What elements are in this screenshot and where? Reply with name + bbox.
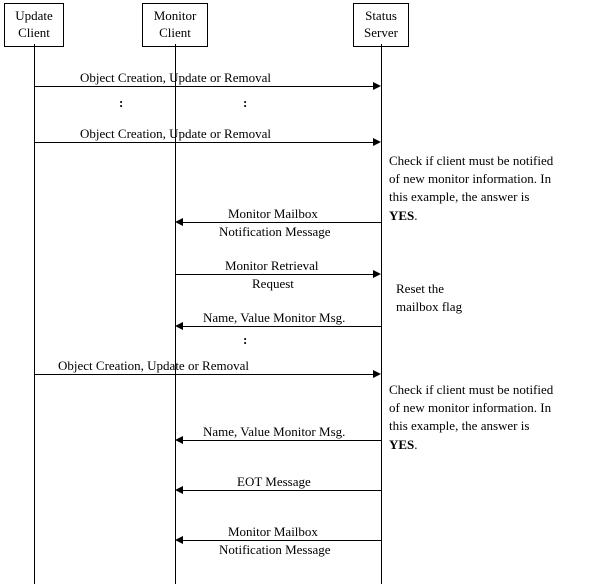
lifeline-monitor-client <box>175 44 176 584</box>
msg-label-4a: Monitor Retrieval <box>225 258 319 274</box>
note-reset-flag: Reset the mailbox flag <box>396 280 516 316</box>
msg-line-4 <box>176 274 374 275</box>
msg-label-5: Name, Value Monitor Msg. <box>203 310 345 326</box>
msg-label-3a: Monitor Mailbox <box>228 206 318 222</box>
msg-arrow-1 <box>373 82 381 90</box>
msg-line-5 <box>182 326 381 327</box>
note-1-line2: of new monitor information. In <box>389 171 551 186</box>
msg-arrow-5 <box>175 322 183 330</box>
note-1-line3-prefix: this example, the answer is <box>389 189 529 204</box>
note-3-line2: of new monitor information. In <box>389 400 551 415</box>
msg-line-9 <box>182 540 381 541</box>
ellipsis-1a: : <box>119 95 123 111</box>
note-check-1: Check if client must be notified of new … <box>389 152 559 225</box>
note-1-line3-suffix: . <box>414 208 417 223</box>
msg-arrow-2 <box>373 138 381 146</box>
ellipsis-1b: : <box>243 95 247 111</box>
msg-label-1: Object Creation, Update or Removal <box>80 70 271 86</box>
note-3-line3-prefix: this example, the answer is <box>389 418 529 433</box>
msg-arrow-8 <box>175 486 183 494</box>
msg-arrow-4 <box>373 270 381 278</box>
msg-label-7: Name, Value Monitor Msg. <box>203 424 345 440</box>
note-3-yes: YES <box>389 437 414 452</box>
msg-arrow-9 <box>175 536 183 544</box>
note-1-line1: Check if client must be notified <box>389 153 553 168</box>
msg-arrow-3 <box>175 218 183 226</box>
msg-label-9a: Monitor Mailbox <box>228 524 318 540</box>
msg-label-2: Object Creation, Update or Removal <box>80 126 271 142</box>
actor-update-client: UpdateClient <box>4 3 64 47</box>
msg-label-9b: Notification Message <box>219 542 331 558</box>
msg-line-8 <box>182 490 381 491</box>
ellipsis-2: : <box>243 332 247 348</box>
msg-line-2 <box>34 142 374 143</box>
msg-line-1 <box>34 86 374 87</box>
note-2-line2: mailbox flag <box>396 299 462 314</box>
note-3-line3-suffix: . <box>414 437 417 452</box>
note-check-2: Check if client must be notified of new … <box>389 381 559 454</box>
msg-label-4b: Request <box>252 276 294 292</box>
note-3-line1: Check if client must be notified <box>389 382 553 397</box>
msg-line-3 <box>182 222 381 223</box>
msg-label-3b: Notification Message <box>219 224 331 240</box>
msg-line-6 <box>34 374 374 375</box>
msg-arrow-6 <box>373 370 381 378</box>
note-1-yes: YES <box>389 208 414 223</box>
msg-arrow-7 <box>175 436 183 444</box>
actor-status-server: StatusServer <box>353 3 409 47</box>
lifeline-update-client <box>34 44 35 584</box>
note-2-line1: Reset the <box>396 281 444 296</box>
msg-label-6: Object Creation, Update or Removal <box>58 358 249 374</box>
msg-line-7 <box>182 440 381 441</box>
msg-label-8: EOT Message <box>237 474 311 490</box>
lifeline-status-server <box>381 44 382 584</box>
actor-monitor-client: MonitorClient <box>142 3 208 47</box>
